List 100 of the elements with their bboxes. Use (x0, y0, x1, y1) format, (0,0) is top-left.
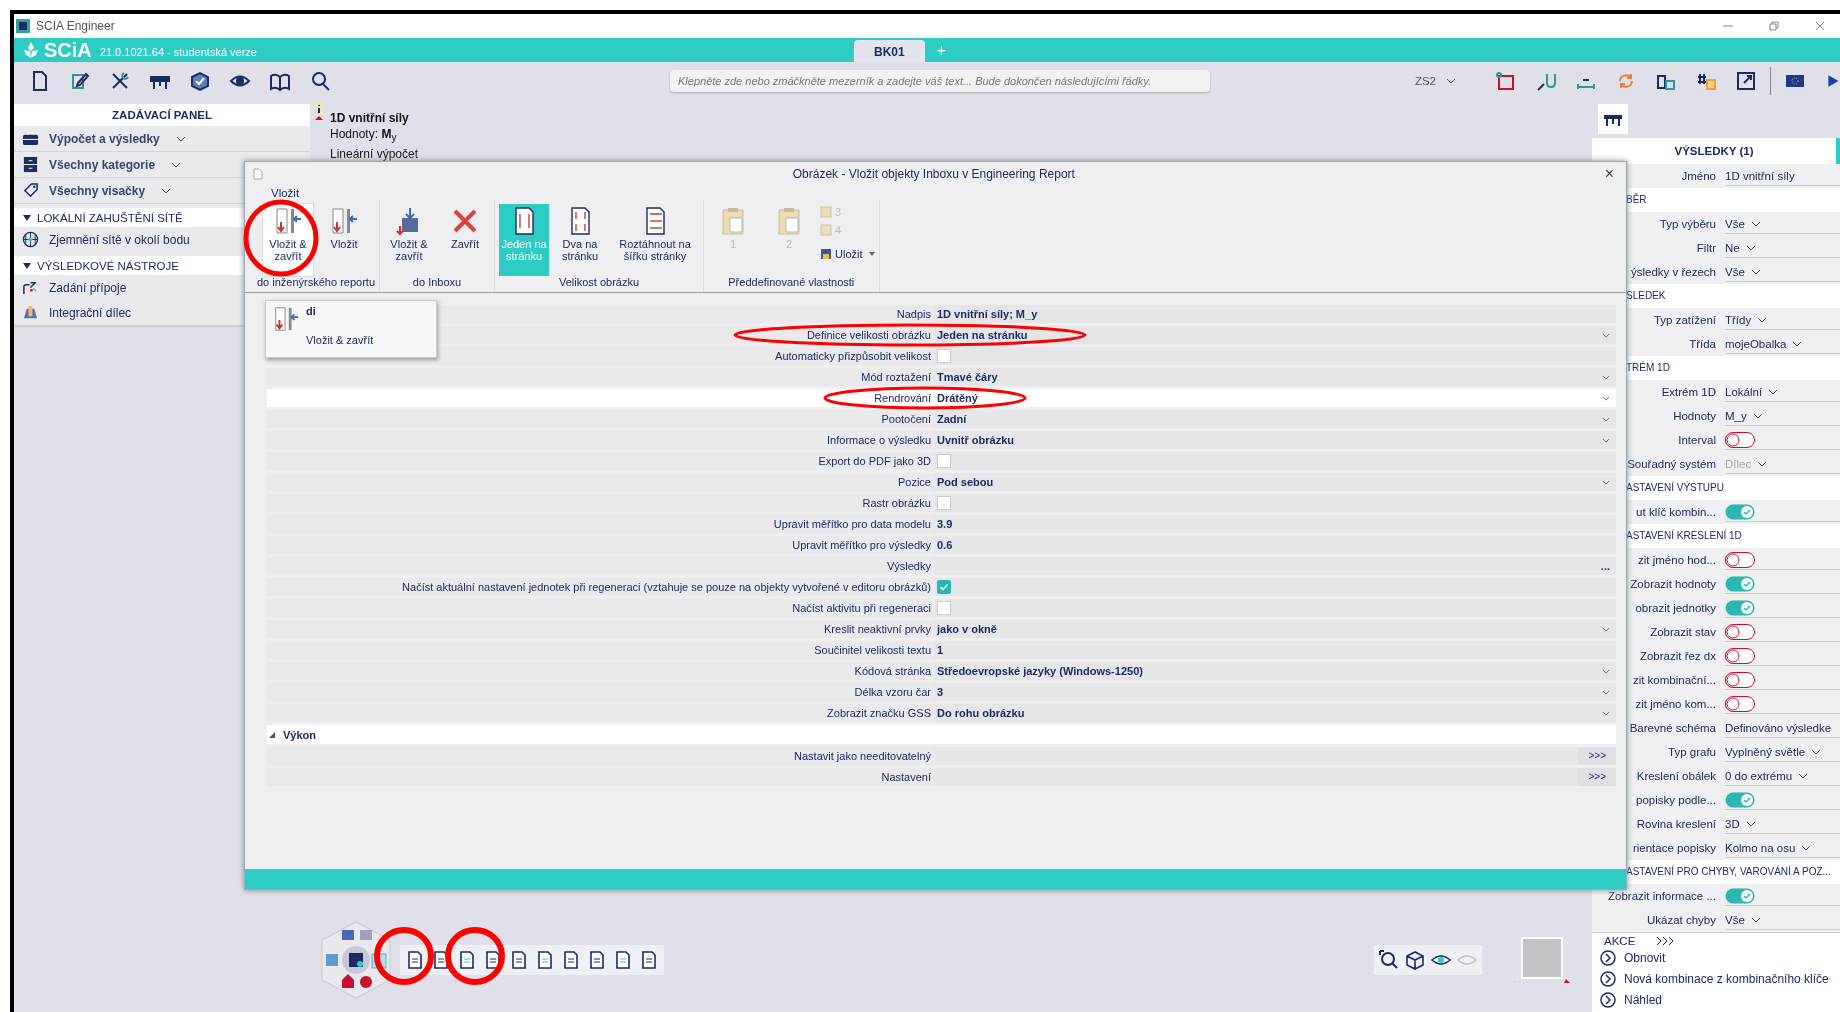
property-row[interactable]: Pootočení Zadní (267, 410, 1616, 431)
document-tab[interactable]: BK01 (853, 40, 925, 62)
menu-item-label[interactable]: Vložit & zavřít (306, 334, 374, 346)
property-row[interactable]: Výsledky ... (267, 557, 1616, 578)
property-label: Rastr obrázku (862, 496, 931, 511)
property-row[interactable]: Export do PDF jako 3D (267, 452, 1616, 473)
chevron-down-icon (175, 135, 186, 142)
tag-icon (22, 182, 39, 199)
zoom-icon[interactable] (1378, 949, 1400, 971)
property-label: rientace popisky (1632, 842, 1716, 854)
open-button[interactable]: >>> (1578, 768, 1616, 786)
checkbox[interactable] (937, 580, 951, 594)
property-row[interactable]: Mód roztažení Tmavé čáry (267, 368, 1616, 389)
frame-icon[interactable] (1495, 70, 1517, 92)
property-row[interactable]: Rendrování Drátěný (267, 389, 1616, 410)
toggle-switch[interactable] (1725, 887, 1755, 904)
property-label: Rovina kreslení (1636, 818, 1716, 830)
checkbox[interactable] (937, 454, 951, 468)
caret-icon (868, 252, 875, 256)
search-icon[interactable] (309, 70, 331, 92)
ribbon-button[interactable]: Zavřít (440, 204, 490, 276)
filter-dropdown[interactable]: Výpočet a výsledky (14, 126, 310, 152)
property-row[interactable]: Kódová stránka Středoevropské jazyky (Windows-1250) (267, 662, 1616, 683)
chevron-down-icon (1446, 78, 1456, 84)
property-dropdown[interactable]: Vše (1725, 910, 1840, 930)
property-value: 3.9 (937, 518, 953, 530)
toggle-switch[interactable] (1725, 647, 1755, 664)
property-row[interactable]: Načíst aktivitu při regeneraci (267, 599, 1616, 620)
chevron-down-icon (1798, 772, 1809, 779)
property-dropdown[interactable]: Drátěný (937, 392, 1616, 404)
action-link[interactable]: Náhled (1592, 989, 1840, 1010)
analysis-label: Lineární výpočet (330, 146, 419, 163)
property-dropdown[interactable]: 3D (1725, 814, 1840, 834)
property-row[interactable]: Upravit měřítko pro výsledky 0.6 (267, 536, 1616, 557)
toggle-switch[interactable] (1725, 551, 1755, 568)
property-row[interactable]: Zobrazit značku GSS Do rohu obrázku (267, 704, 1616, 725)
ribbon-button[interactable]: Vložit (319, 204, 369, 276)
ribbon-button[interactable]: Dva na stránku (555, 204, 605, 276)
result-values: Hodnoty: M$_{y}$ (330, 126, 398, 146)
save-button[interactable]: Uložit (820, 246, 875, 262)
property-row[interactable]: Rastr obrázku (267, 494, 1616, 515)
ribbon-button[interactable]: Roztáhnout na šířku stránky (611, 204, 699, 276)
property-dropdown[interactable]: Třídy (1725, 310, 1840, 330)
toggle-switch[interactable] (1725, 431, 1755, 448)
property-dropdown[interactable]: Vyplněný světle (1725, 742, 1840, 762)
property-dropdown[interactable]: Lokální (1725, 382, 1840, 402)
property-value: 1D vnitřní síly (1725, 166, 1840, 186)
close-button[interactable]: × (1604, 165, 1614, 183)
property-dropdown[interactable]: Ne (1725, 238, 1840, 258)
checkbox[interactable] (937, 496, 951, 510)
property-dropdown[interactable]: M_y (1725, 406, 1840, 426)
panel-title: ZADÁVACÍ PANEL (14, 104, 310, 126)
edit-icon[interactable] (69, 70, 91, 92)
collapse-triangle-icon[interactable] (269, 731, 275, 738)
property-row[interactable]: Součinitel velikosti textu 1 (267, 641, 1616, 662)
structure-icon[interactable] (1598, 104, 1628, 134)
cube-icon[interactable] (1404, 949, 1426, 971)
chevron-down-icon (1752, 412, 1763, 419)
property-dropdown[interactable]: Vše (1725, 214, 1840, 234)
property-row[interactable]: Automaticky přizpůsobit velikost (267, 347, 1616, 368)
property-dropdown[interactable]: Vše (1725, 262, 1840, 282)
toggle-switch[interactable] (1725, 503, 1755, 520)
connection-icon (22, 279, 39, 296)
toggle-switch[interactable] (1725, 671, 1755, 688)
coordinate-system-dropdown[interactable]: ZS2 (1414, 75, 1456, 87)
property-row[interactable]: Délka vzoru čar 3 (267, 683, 1616, 704)
resize-icon[interactable] (1735, 70, 1757, 92)
small-clipboard-icon (820, 206, 832, 218)
property-row[interactable]: Informace o výsledku Uvnitř obrázku (267, 431, 1616, 452)
property-dropdown[interactable]: mojeObalka (1725, 334, 1840, 354)
property-row[interactable]: Kreslit neaktivní prvky jako v okně (267, 620, 1616, 641)
property-dropdown[interactable]: 0 do extrému (1725, 766, 1840, 786)
action-link[interactable]: Nová kombinace z kombinačního klíče (1592, 968, 1840, 989)
checkbox[interactable] (937, 601, 951, 615)
action-link[interactable]: Obnovit (1592, 947, 1840, 968)
expand-icon[interactable] (1655, 936, 1676, 946)
toggle-switch[interactable] (1725, 599, 1755, 616)
property-label: Kreslení obálek (1636, 770, 1716, 782)
ribbon-tab[interactable]: Vložit (271, 187, 300, 199)
property-row[interactable]: Pozice Pod sebou (267, 473, 1616, 494)
property-label: Kreslit neaktivní prvky (824, 622, 931, 637)
search-field[interactable]: Klepněte zde nebo zmáčkněte mezerník a zadejte váš text... Bude dokončen následujícími řádky. (670, 70, 1210, 92)
property-label: Zobrazit hodnoty (1630, 578, 1716, 590)
checkbox[interactable] (937, 349, 951, 363)
toggle-switch[interactable] (1725, 695, 1755, 712)
property-label: zit kombinační... (1632, 674, 1716, 686)
checked-cube-icon[interactable] (189, 70, 211, 92)
toggle-switch[interactable] (1725, 623, 1755, 640)
chevron-down-icon (1811, 748, 1822, 755)
ribbon-button[interactable]: Vložit & zavřít (384, 204, 434, 276)
chevron-down-icon (1745, 820, 1756, 827)
toggle-switch[interactable] (1725, 791, 1755, 808)
open-button[interactable]: >>> (1578, 747, 1616, 765)
property-dropdown[interactable]: Kolmo na osu (1725, 838, 1840, 858)
toggle-switch[interactable] (1725, 575, 1755, 592)
browse-button[interactable]: ... (1600, 560, 1610, 572)
property-row[interactable]: Upravit měřítko pro data modelu 3.9 (267, 515, 1616, 536)
property-label: Filtr (1696, 242, 1716, 254)
property-row[interactable]: Načíst aktuální nastavení jednotek při regeneraci (vztahuje se pouze na objekty vytvořené v editoru obrázků) (267, 578, 1616, 599)
close-icon[interactable] (1814, 20, 1826, 32)
